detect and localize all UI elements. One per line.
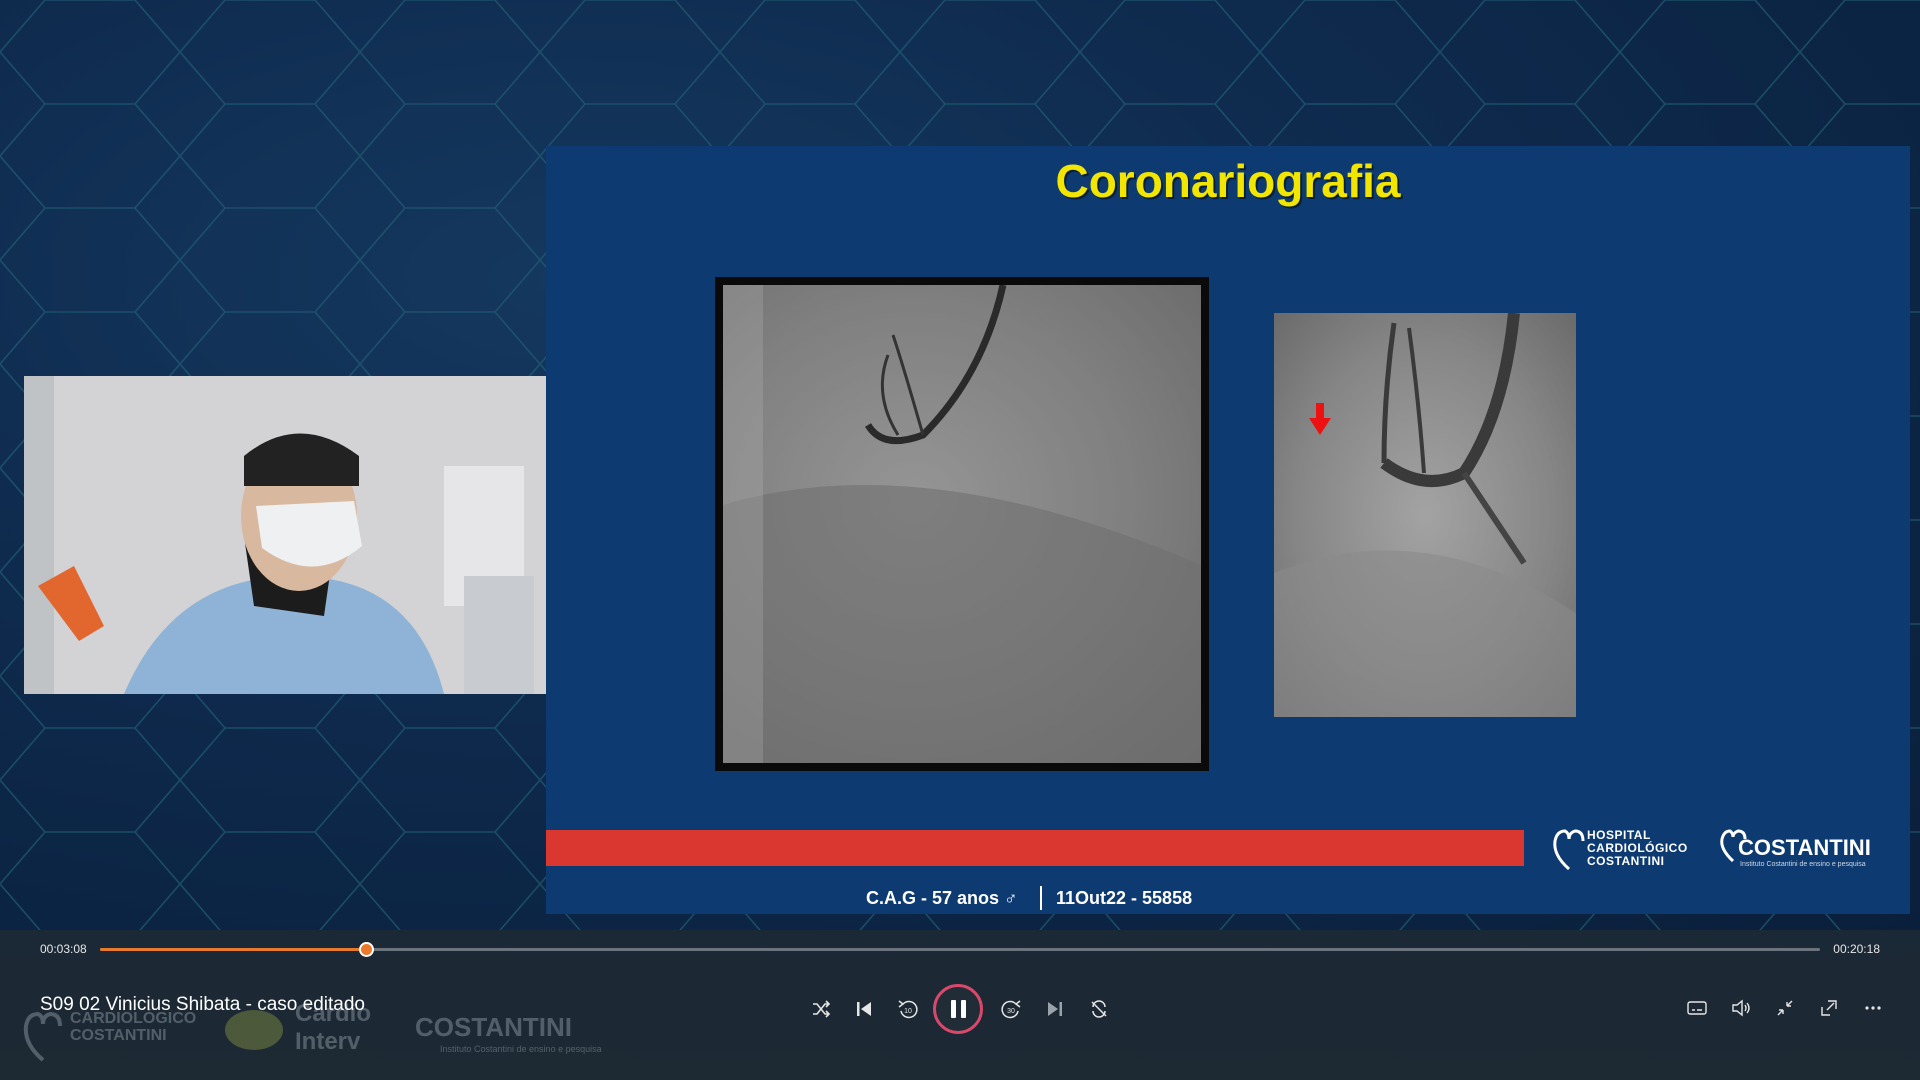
forward-label: 30 xyxy=(1007,1008,1015,1015)
presentation-slide: Coronariografia C.A.G - 57 anos ♂ 11Out2… xyxy=(546,146,1910,914)
watermark-interv: Interv xyxy=(295,1028,361,1055)
video-title: S09 02 Vinicius Shibata - caso editado xyxy=(40,994,365,1015)
presenter-camera-feed xyxy=(24,376,546,694)
footer-separator xyxy=(1040,886,1042,910)
costantini-logo-subtitle: Instituto Costantini de ensino e pesquis… xyxy=(1740,861,1866,868)
repeat-icon[interactable] xyxy=(1081,991,1117,1027)
costantini-logo: COSTANTINI Instituto Costantini de ensin… xyxy=(1718,821,1878,879)
cardio-interv-leaf-icon xyxy=(225,1010,283,1050)
pause-icon xyxy=(950,1000,966,1018)
volume-icon[interactable] xyxy=(1723,990,1759,1026)
exit-fullscreen-icon[interactable] xyxy=(1767,990,1803,1026)
seek-bar[interactable] xyxy=(100,942,1820,957)
watermark-costantini: COSTANTINI xyxy=(415,1012,572,1042)
forward-30-icon[interactable]: 30 xyxy=(993,991,1029,1027)
pause-button[interactable] xyxy=(933,984,983,1034)
media-player-bar: 00:03:08 00:20:18 CARDIOLÓGICO COSTANTIN… xyxy=(0,930,1920,1080)
hospital-cardiologico-logo: HOSPITAL CARDIOLÓGICO COSTANTINI xyxy=(1551,821,1701,879)
red-arrow-marker xyxy=(1309,403,1331,435)
previous-icon[interactable] xyxy=(846,991,882,1027)
current-time: 00:03:08 xyxy=(40,942,87,956)
seek-bar-progress xyxy=(100,948,366,951)
rewind-10-icon[interactable]: 10 xyxy=(890,991,926,1027)
angiogram-image-left xyxy=(715,277,1209,771)
angiogram-image-right xyxy=(1274,313,1576,717)
captions-icon[interactable] xyxy=(1679,990,1715,1026)
watermark-hospital-line-2: COSTANTINI xyxy=(70,1027,167,1044)
exam-date-id: 11Out22 - 55858 xyxy=(1056,888,1193,908)
shuffle-icon[interactable] xyxy=(803,991,839,1027)
costantini-logo-text: COSTANTINI xyxy=(1738,835,1871,860)
seek-bar-thumb[interactable] xyxy=(358,942,374,957)
logo-line-3: COSTANTINI xyxy=(1587,854,1665,868)
playback-controls: 10 30 xyxy=(800,984,1140,1034)
patient-info: C.A.G - 57 anos ♂ xyxy=(866,888,1018,908)
rewind-label: 10 xyxy=(904,1008,912,1015)
slide-accent-bar xyxy=(546,830,1524,866)
mini-player-icon[interactable] xyxy=(1811,990,1847,1026)
watermark-costantini-subtitle: Instituto Costantini de ensino e pesquis… xyxy=(440,1044,602,1054)
slide-title: Coronariografia xyxy=(1055,155,1401,207)
next-icon[interactable] xyxy=(1037,991,1073,1027)
more-icon[interactable] xyxy=(1855,990,1891,1026)
heart-logo-icon xyxy=(1553,829,1585,871)
total-time: 00:20:18 xyxy=(1833,942,1880,956)
